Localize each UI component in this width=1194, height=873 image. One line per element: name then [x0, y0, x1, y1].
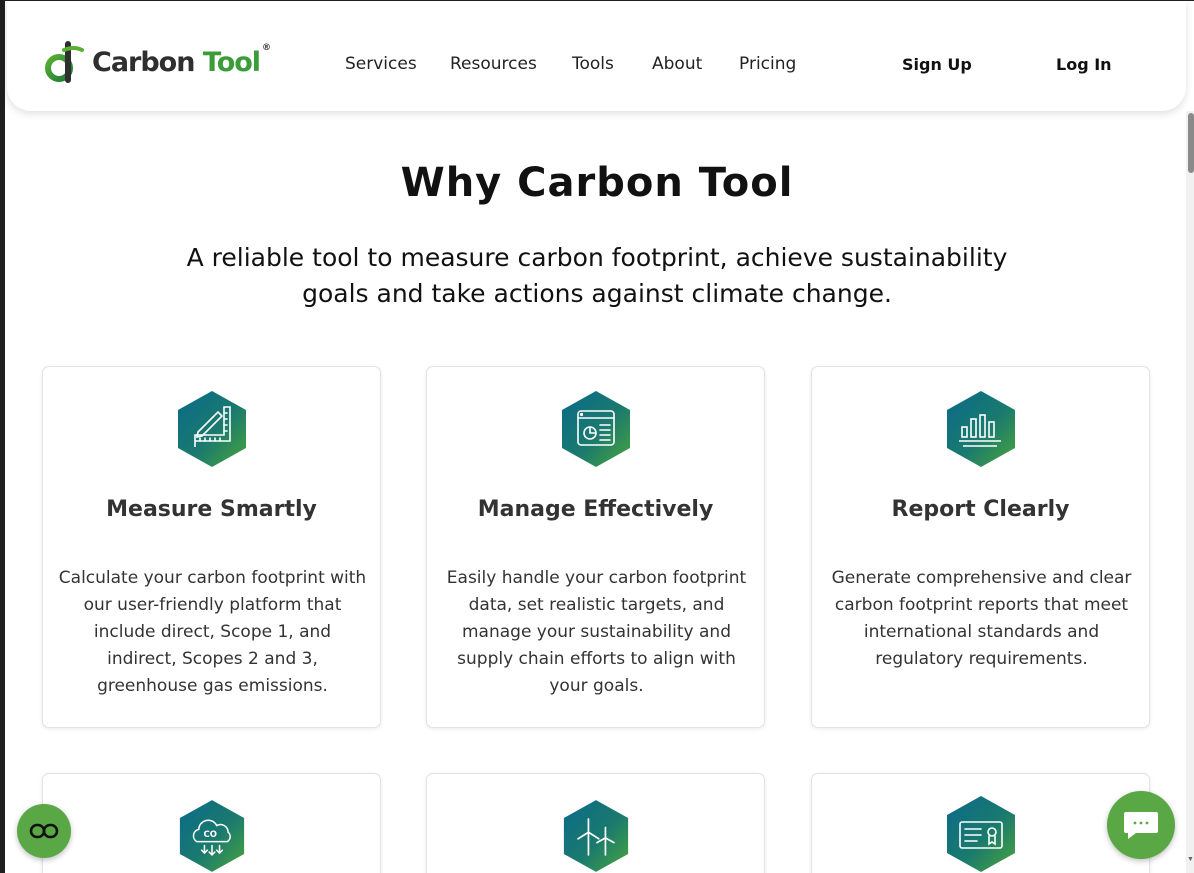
site-header: Carbon Tool ® Services Resources Tools Ab… [7, 0, 1186, 111]
accessibility-button[interactable] [17, 804, 71, 858]
certificate-icon [947, 796, 1015, 872]
ruler-pencil-icon [178, 391, 246, 467]
log-in-button[interactable]: Log In [1056, 55, 1112, 74]
nav-item-resources[interactable]: Resources [450, 54, 537, 74]
registered-mark: ® [262, 42, 271, 53]
feature-card-measure: Measure Smartly Calculate your carbon fo… [42, 366, 381, 728]
scroll-down-arrow-icon[interactable]: ▼ [1187, 856, 1194, 864]
co2-cloud-icon: CO [179, 800, 245, 872]
scrollbar-thumb[interactable] [1188, 113, 1194, 173]
page-scrollbar[interactable] [1186, 111, 1194, 873]
page-title: Why Carbon Tool [400, 160, 794, 206]
card-title: Report Clearly [891, 497, 1070, 522]
brand-name-part1: Carbon [92, 46, 195, 78]
card-title: Manage Effectively [477, 497, 714, 522]
page-subtitle: A reliable tool to measure carbon footpr… [186, 243, 1008, 308]
chat-bubble-icon [1124, 812, 1158, 839]
brand-logo[interactable]: Carbon Tool ® [42, 40, 271, 84]
nav-item-about[interactable]: About [652, 54, 702, 74]
logo-mark-icon [45, 41, 84, 83]
sign-up-button[interactable]: Sign Up [902, 55, 972, 74]
feature-card-emissions: CO [42, 773, 381, 873]
feature-card-report: Report Clearly Generate comprehensive an… [811, 366, 1150, 728]
accessibility-icon [29, 823, 59, 839]
nav-item-pricing[interactable]: Pricing [739, 54, 796, 74]
bar-chart-icon [947, 391, 1015, 467]
feature-card-manage: Manage Effectively Easily handle your ca… [426, 366, 765, 728]
card-body: Generate comprehensive and clear carbon … [831, 568, 1132, 669]
feature-card-certification [811, 773, 1150, 873]
svg-text:CO: CO [204, 830, 217, 840]
card-title: Measure Smartly [106, 497, 317, 522]
chat-button[interactable] [1107, 791, 1175, 859]
card-body: Calculate your carbon footprint with our… [58, 568, 367, 696]
card-body: Easily handle your carbon footprint data… [446, 568, 747, 696]
nav-item-tools[interactable]: Tools [572, 54, 614, 74]
dashboard-chart-icon [562, 391, 630, 467]
feature-card-renewable [426, 773, 765, 873]
brand-name-part2: Tool [202, 46, 261, 78]
wind-turbine-icon [563, 800, 629, 872]
nav-item-services[interactable]: Services [345, 54, 417, 74]
brand-wordmark: Carbon Tool ® [92, 43, 271, 78]
